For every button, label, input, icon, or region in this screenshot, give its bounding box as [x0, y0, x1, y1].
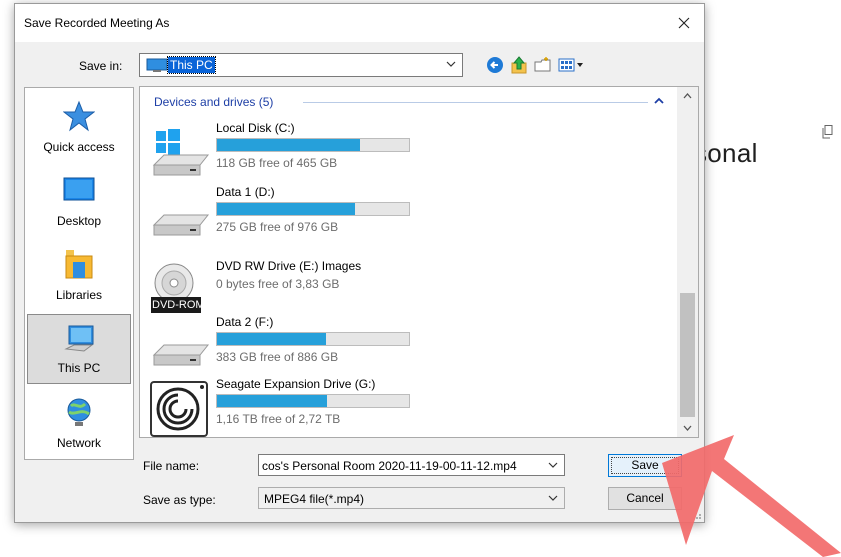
hard-drive-icon: [152, 214, 210, 236]
places-bar: Quick access Desktop Libraries This PC N…: [24, 87, 134, 460]
drive-name: Data 2 (F:): [216, 315, 274, 329]
place-label: Desktop: [56, 214, 102, 228]
close-icon: [678, 17, 690, 29]
drive-name: Local Disk (C:): [216, 121, 295, 135]
focus-ring: [611, 457, 679, 474]
file-name-value: cos's Personal Room 2020-11-19-00-11-12.…: [262, 459, 517, 473]
save-button[interactable]: Save: [608, 454, 682, 477]
chevron-up-icon: [683, 93, 692, 99]
up-folder-icon: [511, 56, 527, 74]
chevron-down-icon: [683, 425, 692, 431]
place-label: Network: [56, 436, 101, 450]
place-label: This PC: [57, 361, 101, 375]
file-name-input[interactable]: cos's Personal Room 2020-11-19-00-11-12.…: [258, 454, 565, 476]
computer-icon: [64, 325, 94, 352]
save-as-type-label: Save as type:: [143, 493, 216, 507]
network-icon: [67, 398, 91, 426]
windows-drive-icon: [152, 129, 210, 176]
capacity-bar: [216, 202, 410, 216]
save-as-type-dropdown[interactable]: MPEG4 file(*.mp4): [258, 487, 565, 509]
vertical-scrollbar[interactable]: [677, 87, 698, 437]
place-quick-access[interactable]: Quick access: [27, 92, 131, 162]
up-folder-button[interactable]: [509, 55, 529, 75]
place-desktop[interactable]: Desktop: [27, 166, 131, 236]
drive-free-space: 118 GB free of 465 GB: [216, 156, 338, 170]
chevron-down-icon: [446, 61, 456, 67]
save-in-value: This PC: [167, 56, 216, 74]
place-label: Quick access: [43, 140, 115, 154]
drive-free-space: 275 GB free of 976 GB: [216, 220, 339, 234]
place-network[interactable]: Network: [27, 388, 131, 458]
drive-name: Seagate Expansion Drive (G:): [216, 377, 376, 391]
chevron-down-icon: [548, 462, 558, 468]
collapse-group-icon[interactable]: [654, 96, 664, 106]
view-menu-button[interactable]: [557, 55, 587, 75]
this-pc-icon: [146, 58, 168, 72]
drive-item-f[interactable]: Data 2 (F:) 383 GB free of 886 GB: [148, 315, 668, 377]
group-header: Devices and drives (5): [154, 95, 274, 109]
cancel-button-label: Cancel: [626, 491, 664, 505]
drive-name: DVD RW Drive (E:) Images: [216, 259, 362, 273]
back-button[interactable]: [485, 55, 505, 75]
new-folder-button[interactable]: [533, 55, 553, 75]
capacity-bar: [216, 138, 410, 152]
desktop-icon: [63, 177, 95, 201]
title-bar: Save Recorded Meeting As: [15, 4, 704, 42]
drive-item-d[interactable]: Data 1 (D:) 275 GB free of 976 GB: [148, 185, 668, 247]
star-icon: [63, 100, 95, 132]
resize-grip-icon[interactable]: [692, 510, 702, 520]
save-dialog: Save Recorded Meeting As Save in: This P…: [14, 3, 705, 523]
place-this-pc[interactable]: This PC: [27, 314, 131, 384]
view-menu-icon: [558, 58, 583, 72]
new-folder-icon: [534, 57, 551, 72]
drive-name: Data 1 (D:): [216, 185, 275, 199]
drive-item-g[interactable]: Seagate Expansion Drive (G:) 1,16 TB fre…: [148, 377, 668, 439]
place-label: Libraries: [55, 288, 103, 302]
capacity-bar: [216, 394, 410, 408]
file-list[interactable]: Devices and drives (5) Local Disk (C:) 1…: [139, 86, 699, 438]
place-libraries[interactable]: Libraries: [27, 240, 131, 310]
drive-item-c[interactable]: Local Disk (C:) 118 GB free of 465 GB: [148, 121, 668, 183]
chevron-down-icon: [548, 495, 558, 501]
copy-icon[interactable]: [822, 125, 833, 139]
hard-drive-icon: [152, 344, 210, 366]
seagate-drive-icon: [150, 381, 208, 437]
libraries-icon: [65, 250, 93, 279]
cancel-button[interactable]: Cancel: [608, 487, 682, 510]
drive-free-space: 383 GB free of 886 GB: [216, 350, 339, 364]
group-divider: [303, 102, 648, 103]
drive-free-space: 0 bytes free of 3,83 GB: [216, 277, 340, 291]
scroll-up-button[interactable]: [677, 87, 698, 105]
dialog-title: Save Recorded Meeting As: [24, 16, 170, 30]
file-name-label: File name:: [143, 459, 200, 473]
back-arrow-icon: [487, 57, 503, 73]
scroll-thumb[interactable]: [680, 293, 695, 417]
drive-free-space: 1,16 TB free of 2,72 TB: [216, 412, 341, 426]
scroll-down-button[interactable]: [677, 419, 698, 437]
save-in-dropdown[interactable]: This PC: [139, 53, 463, 77]
drive-item-e[interactable]: DVD-ROM DVD RW Drive (E:) Images 0 bytes…: [148, 259, 668, 321]
close-button[interactable]: [669, 9, 699, 37]
dvd-badge: DVD-ROM: [152, 299, 205, 311]
capacity-bar: [216, 332, 410, 346]
save-as-type-value: MPEG4 file(*.mp4): [264, 492, 365, 506]
save-in-label: Save in:: [79, 59, 123, 73]
